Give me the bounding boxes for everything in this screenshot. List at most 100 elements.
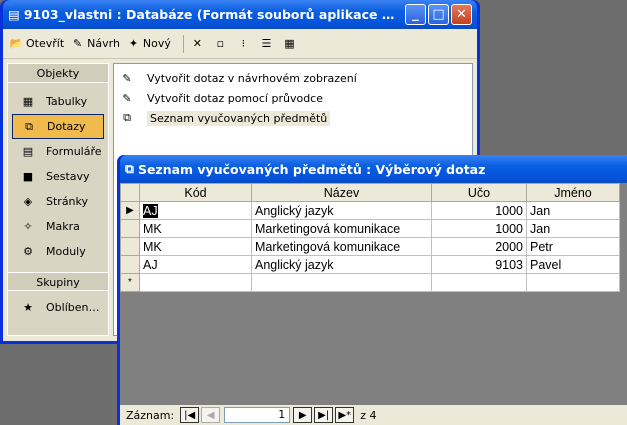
previous-record-icon[interactable]: ◀ [201,407,221,423]
nav-item-modules[interactable]: ⚙ Moduly [12,239,104,264]
row-selector[interactable] [120,255,140,274]
nav-item-favorites[interactable]: ★ Oblíben… [12,295,104,320]
list-button[interactable]: ☰ [259,36,276,51]
new-record-icon[interactable]: ▶* [335,407,355,423]
report-icon: ■ [22,170,34,183]
query-window-icon: ⧉ [125,161,134,176]
maximize-button[interactable]: □ [428,4,449,25]
delete-icon: ✕ [192,37,203,50]
database-title-bar[interactable]: ▤ 9103_vlastni : Databáze (Formát soubor… [3,0,477,29]
large-icons-icon: ▫ [216,37,225,50]
objects-bar: Objekty ▦ Tabulky ⧉ Dotazy ▤ Formuláře ■ Ses… [7,63,109,336]
large-icons-button[interactable]: ▫ [213,36,230,51]
module-icon: ⚙ [23,245,33,258]
table-row[interactable]: MK Marketingová komunikace 2000 Petr [120,237,620,256]
new-row-marker[interactable]: * [120,273,140,292]
table-row[interactable]: ▶ AJ Anglický jazyk 1000 Jan [120,201,620,220]
record-label: Záznam: [126,408,175,422]
groups-header[interactable]: Skupiny [8,272,108,291]
record-navigator: Záznam: |◀ ◀ 1 ▶ ▶| ▶* z 4 [120,405,627,425]
new-cell-nazev[interactable] [251,273,432,292]
cell-kod[interactable]: MK [139,237,252,256]
new-cell-uco[interactable] [431,273,527,292]
column-header-nazev[interactable]: Název [251,183,432,202]
wizard-icon: ✎ [122,91,132,105]
first-record-icon[interactable]: |◀ [180,407,200,423]
query-window[interactable]: ⧉ Seznam vyučovaných předmětů : Výběrový… [117,155,627,425]
record-number-input[interactable]: 1 [224,407,291,423]
query-title-bar[interactable]: ⧉ Seznam vyučovaných předmětů : Výběrový… [120,155,627,183]
list-item-create-wizard[interactable]: ✎ Vytvořit dotaz pomocí průvodce [114,88,472,108]
cell-nazev[interactable]: Anglický jazyk [251,201,432,220]
cell-uco[interactable]: 1000 [431,219,527,238]
datasheet-table: Kód Název Učo Jméno ▶ AJ Anglický jazyk … [120,183,620,292]
delete-button[interactable]: ✕ [190,36,207,51]
record-total: z 4 [360,408,377,422]
cell-jmeno[interactable]: Pavel [526,255,620,274]
cell-uco[interactable]: 9103 [431,255,527,274]
open-button[interactable]: 📂 Otevřít [9,36,65,51]
form-icon: ▤ [22,145,34,158]
cell-nazev[interactable]: Marketingová komunikace [251,219,432,238]
cell-jmeno[interactable]: Jan [526,201,620,220]
cell-uco[interactable]: 2000 [431,237,527,256]
new-cell-kod[interactable] [139,273,252,292]
close-button[interactable]: ✕ [451,4,472,25]
column-header-kod[interactable]: Kód [139,183,252,202]
new-button[interactable]: ✦ Nový [126,36,171,51]
page-icon: ◈ [23,195,33,208]
cell-jmeno[interactable]: Jan [526,219,620,238]
list-item-query[interactable]: ⧉ Seznam vyučovaných předmětů [114,108,472,128]
details-button[interactable]: ▦ [282,36,299,51]
favorites-icon: ★ [23,301,33,314]
cell-kod[interactable]: MK [139,219,252,238]
details-icon: ▦ [284,37,295,50]
last-record-icon[interactable]: ▶| [314,407,334,423]
list-item-create-design[interactable]: ✎ Vytvořit dotaz v návrhovém zobrazení [114,68,472,88]
database-icon: ▤ [8,7,20,22]
small-icons-icon: ⁝ [241,37,246,50]
row-selector[interactable] [120,237,140,256]
new-cell-jmeno[interactable] [526,273,620,292]
table-row[interactable]: MK Marketingová komunikace 1000 Jan [120,219,620,238]
cell-nazev[interactable]: Marketingová komunikace [251,237,432,256]
current-row-icon[interactable]: ▶ [120,201,140,220]
datasheet-area: Kód Název Učo Jméno ▶ AJ Anglický jazyk … [120,183,627,425]
column-header-jmeno[interactable]: Jméno [526,183,620,202]
table-row[interactable]: AJ Anglický jazyk 9103 Pavel [120,255,620,274]
nav-item-forms[interactable]: ▤ Formuláře [12,139,104,164]
next-record-icon[interactable]: ▶ [293,407,313,423]
wizard-design-icon: ✎ [122,71,132,85]
objects-header[interactable]: Objekty [8,64,108,83]
nav-item-queries[interactable]: ⧉ Dotazy [12,114,104,139]
query-icon: ⧉ [25,119,33,133]
minimize-button[interactable]: _ [405,4,426,25]
design-button[interactable]: ✎ Návrh [70,36,120,51]
design-icon: ✎ [73,37,83,50]
database-toolbar: 📂 Otevřít ✎ Návrh ✦ Nový ✕ ▫ ⁝ ☰ ▦ [3,29,477,59]
select-all-cell[interactable] [120,183,140,202]
open-icon: 📂 [9,37,24,50]
cell-uco[interactable]: 1000 [431,201,527,220]
database-window-title: 9103_vlastni : Databáze (Formát souborů … [23,7,403,22]
header-row: Kód Název Učo Jméno [120,183,620,202]
nav-item-reports[interactable]: ■ Sestavy [12,164,104,189]
table-icon: ▦ [22,95,34,108]
macro-icon: ✧ [23,220,33,233]
toolbar-separator [182,34,184,53]
nav-item-tables[interactable]: ▦ Tabulky [12,89,104,114]
cell-kod[interactable]: AJ [139,255,252,274]
nav-item-pages[interactable]: ◈ Stránky [12,189,104,214]
cell-jmeno[interactable]: Petr [526,237,620,256]
list-icon: ☰ [261,37,272,50]
nav-item-macros[interactable]: ✧ Makra [12,214,104,239]
query-icon: ⧉ [123,111,131,124]
column-header-uco[interactable]: Učo [431,183,527,202]
small-icons-button[interactable]: ⁝ [236,36,253,51]
new-record-row[interactable]: * [120,273,620,292]
new-icon: ✦ [128,37,139,50]
query-window-title: Seznam vyučovaných předmětů : Výběrový d… [137,161,486,177]
row-selector[interactable] [120,219,140,238]
cell-kod[interactable]: AJ [139,201,252,220]
cell-nazev[interactable]: Anglický jazyk [251,255,432,274]
